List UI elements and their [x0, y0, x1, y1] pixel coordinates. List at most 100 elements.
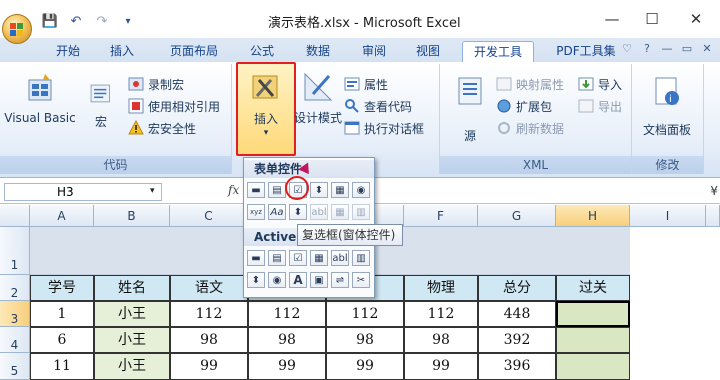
column-header-a[interactable]: A	[30, 205, 94, 227]
activex-label-icon[interactable]: A	[289, 272, 307, 288]
table-cell[interactable]: 小王	[94, 301, 170, 327]
maximize-button[interactable]: ☐	[640, 8, 664, 30]
activex-list-box-icon[interactable]: ▦	[310, 250, 328, 266]
group-box-icon[interactable]: xyz	[247, 204, 265, 220]
activex-text-box-icon[interactable]: abl	[331, 250, 349, 266]
column-header-i[interactable]: I	[630, 205, 706, 227]
more-controls-icon[interactable]: ✂	[352, 272, 370, 288]
table-cell[interactable]: 98	[170, 327, 248, 353]
tab-developer[interactable]: 开发工具	[462, 41, 534, 62]
save-icon[interactable]: 💾	[40, 12, 60, 30]
activex-spin-button-icon[interactable]: ⬍	[247, 272, 265, 288]
help-icon[interactable]: ?	[640, 42, 654, 56]
row-header-2[interactable]: 2	[0, 275, 30, 301]
scroll-bar-icon[interactable]: ⬍	[289, 204, 307, 220]
table-cell[interactable]: 98	[404, 327, 478, 353]
button-control-icon[interactable]: ▬	[247, 182, 265, 198]
ribbon-minimize-icon[interactable]: —	[660, 42, 674, 56]
table-cell[interactable]: 小王	[94, 327, 170, 353]
undo-icon[interactable]: ↶	[66, 12, 86, 30]
name-box-dropdown-icon[interactable]: ▾	[150, 186, 155, 196]
header-cell-chinese[interactable]: 语文	[170, 275, 248, 301]
row-header-3[interactable]: 3	[0, 301, 30, 327]
combo-box-icon[interactable]: ▤	[268, 182, 286, 198]
header-cell-id[interactable]: 学号	[30, 275, 94, 301]
customize-qat-icon[interactable]: ▾	[118, 12, 138, 30]
record-macro-button[interactable]: 录制宏	[128, 74, 184, 94]
table-cell[interactable]: 1	[30, 301, 94, 327]
source-button[interactable]: 源	[452, 74, 488, 144]
column-header-f[interactable]: F	[404, 205, 478, 227]
header-cell-pass[interactable]: 过关	[556, 275, 630, 301]
activex-image-icon[interactable]: ▣	[310, 272, 328, 288]
column-header-b[interactable]: B	[94, 205, 170, 227]
redo-icon[interactable]: ↷	[92, 12, 112, 30]
label-control-icon[interactable]: Aa	[268, 204, 286, 220]
tab-insert[interactable]: 插入	[100, 41, 144, 62]
visual-basic-button[interactable]: Visual Basic	[2, 72, 78, 125]
table-cell[interactable]: 98	[248, 327, 326, 353]
map-properties-button[interactable]: 映射属性	[496, 74, 564, 94]
activex-button-icon[interactable]: ▬	[247, 250, 265, 266]
document-panel-button[interactable]: i 文档面板	[634, 74, 700, 138]
office-button[interactable]	[2, 14, 32, 44]
table-cell[interactable]: 小王	[94, 353, 170, 380]
table-cell[interactable]: 99	[326, 353, 404, 380]
table-cell[interactable]	[556, 327, 630, 353]
tab-formulas[interactable]: 公式	[240, 41, 284, 62]
insert-function-icon[interactable]: fx	[228, 183, 239, 197]
tab-page-layout[interactable]: 页面布局	[160, 41, 228, 62]
formula-bar-expand-icon[interactable]: ¥	[710, 184, 718, 198]
table-cell[interactable]: 99	[248, 353, 326, 380]
column-header-h[interactable]: H	[556, 205, 630, 227]
row-header-4[interactable]: 4	[0, 327, 30, 353]
column-header-g[interactable]: G	[478, 205, 556, 227]
import-button[interactable]: 导入	[578, 74, 622, 94]
table-cell[interactable]: 98	[326, 327, 404, 353]
name-box[interactable]: H3	[4, 183, 162, 201]
row-header-5[interactable]: 5	[0, 353, 30, 380]
ribbon-restore-icon[interactable]: ▭	[680, 42, 694, 56]
combo-dropdown-edit-icon[interactable]: ▥	[352, 204, 370, 220]
table-cell[interactable]	[556, 353, 630, 380]
activex-scroll-bar-icon[interactable]: ▥	[352, 250, 370, 266]
activex-checkbox-icon[interactable]: ☑	[289, 250, 307, 266]
table-cell[interactable]: 99	[404, 353, 478, 380]
properties-button[interactable]: 属性	[344, 74, 388, 94]
close-button[interactable]: ✕	[684, 8, 708, 30]
header-cell-total[interactable]: 总分	[478, 275, 556, 301]
active-cell-h3[interactable]	[556, 301, 630, 327]
expansion-pack-button[interactable]: 扩展包	[496, 96, 552, 116]
run-dialog-button[interactable]: 执行对话框	[344, 118, 424, 138]
table-cell[interactable]: 6	[30, 327, 94, 353]
table-cell[interactable]: 11	[30, 353, 94, 380]
select-all-corner[interactable]	[0, 205, 30, 227]
table-cell[interactable]: 112	[326, 301, 404, 327]
view-code-button[interactable]: 查看代码	[344, 96, 412, 116]
macros-button[interactable]: 宏	[86, 82, 116, 130]
table-cell[interactable]: 99	[170, 353, 248, 380]
table-cell[interactable]: 448	[478, 301, 556, 327]
minimize-button[interactable]: —	[600, 8, 624, 30]
activex-toggle-button-icon[interactable]: ⇌	[331, 272, 349, 288]
activex-combo-box-icon[interactable]: ▤	[268, 250, 286, 266]
tab-home[interactable]: 开始	[46, 41, 90, 62]
tab-pdf-tools[interactable]: PDF工具集	[548, 41, 624, 62]
relative-reference-button[interactable]: 使用相对引用	[128, 96, 220, 116]
activex-option-button-icon[interactable]: ◉	[268, 272, 286, 288]
table-cell[interactable]: 392	[478, 327, 556, 353]
option-button-icon[interactable]: ◉	[352, 182, 370, 198]
tab-view[interactable]: 视图	[406, 41, 450, 62]
spin-button-icon[interactable]: ⬍	[310, 182, 328, 198]
tab-data[interactable]: 数据	[296, 41, 340, 62]
column-header-c[interactable]: C	[170, 205, 248, 227]
design-mode-button[interactable]: 设计模式	[292, 70, 344, 126]
combo-list-edit-icon[interactable]: ▦	[331, 204, 349, 220]
tab-review[interactable]: 审阅	[352, 41, 396, 62]
refresh-data-button[interactable]: 刷新数据	[496, 118, 564, 138]
insert-controls-button[interactable]: 插入 ▾	[236, 62, 296, 156]
header-cell-physics[interactable]: 物理	[404, 275, 478, 301]
table-cell[interactable]: 112	[404, 301, 478, 327]
table-cell[interactable]: 112	[248, 301, 326, 327]
text-field-icon[interactable]: abl	[310, 204, 328, 220]
